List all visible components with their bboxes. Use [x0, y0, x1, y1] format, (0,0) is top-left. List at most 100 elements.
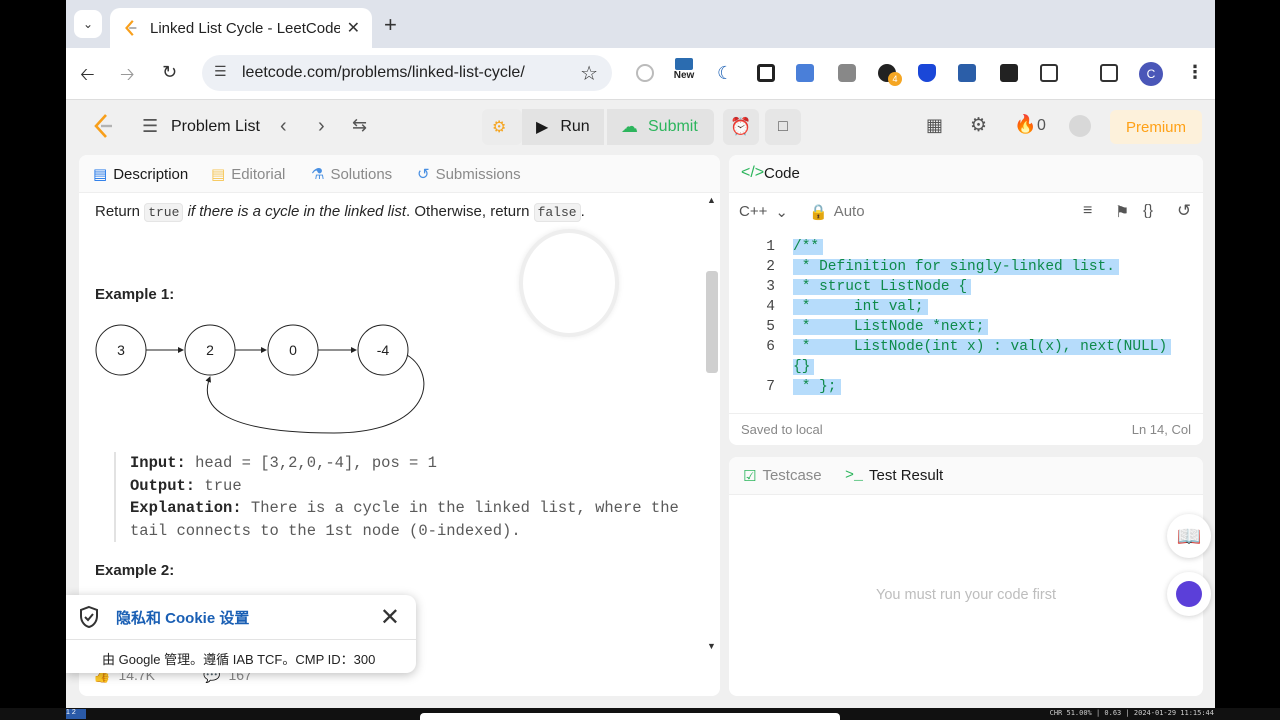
code-line: 7 * }; [729, 379, 1203, 399]
alarm-clock-icon: ⏰ [730, 117, 752, 136]
line-number: 1 [766, 239, 775, 255]
tab-submissions[interactable]: ↺ Submissions [417, 165, 521, 184]
moon-extension-icon[interactable]: ☾ [717, 64, 735, 82]
camera-extension-icon[interactable] [838, 64, 856, 82]
code-editor[interactable]: 1 /** 2 * Definition for singly-linked li… [729, 239, 1203, 397]
run-button[interactable]: ▶ Run [522, 109, 604, 145]
shield-extension-icon[interactable] [918, 64, 936, 82]
saved-status: Saved to local [741, 422, 823, 437]
workspace-indicator[interactable]: 1 2 [66, 709, 86, 719]
cloud-upload-icon: ☁ [621, 117, 638, 136]
book-icon: ▤ [211, 166, 226, 183]
checkbox-icon: ☑ [743, 468, 757, 485]
prev-problem-icon[interactable]: ‹ [280, 115, 287, 138]
braces-icon[interactable]: {} [1143, 202, 1153, 219]
note-icon: □ [778, 118, 788, 135]
tab-search-button[interactable]: ⌄ [74, 10, 102, 38]
description-scrollbar[interactable]: ▲ ▼ [705, 195, 719, 695]
side-panel-icon[interactable] [1100, 64, 1118, 82]
url-text: leetcode.com/problems/linked-list-cycle/ [242, 64, 525, 81]
notes-button[interactable]: □ [765, 109, 801, 145]
forward-arrow-icon[interactable]: 🡢 [120, 62, 135, 92]
next-problem-icon[interactable]: › [318, 115, 325, 138]
assistant-icon [1176, 581, 1202, 607]
square-extension-icon[interactable] [757, 64, 775, 82]
site-info-icon[interactable]: ☰ [214, 63, 227, 80]
open-book-button[interactable]: 📖 [1167, 514, 1211, 558]
leetcode-logo-icon[interactable] [92, 113, 114, 139]
bookmark-icon[interactable]: ⚑ [1115, 202, 1129, 222]
debug-button[interactable]: ⚙ [482, 109, 522, 145]
submit-button[interactable]: ☁ Submit [607, 109, 714, 145]
scroll-down-icon[interactable]: ▼ [707, 641, 716, 651]
node-value: 3 [117, 342, 125, 358]
browser-tab[interactable]: Linked List Cycle - LeetCode ✕ [110, 8, 372, 48]
book-open-icon: 📖 [1176, 525, 1202, 548]
code-tab[interactable]: Code [764, 165, 800, 182]
reset-icon[interactable]: ↺ [1177, 201, 1191, 221]
premium-button[interactable]: Premium [1110, 110, 1202, 144]
list-icon: ☰ [142, 116, 159, 136]
more-menu-icon[interactable]: ⋮ [1186, 62, 1204, 83]
tab-editorial[interactable]: ▤ Editorial [211, 165, 286, 184]
line-text: * int val; [793, 299, 928, 315]
g-extension-icon[interactable] [1000, 64, 1018, 82]
os-taskbar: 1 2 CHR 51.00% | 0.63 | 2024-01-29 11:15… [0, 708, 1280, 720]
line-number: 3 [766, 279, 775, 295]
divider [66, 639, 416, 640]
extension-new-icon[interactable]: New [672, 58, 696, 86]
address-bar[interactable]: ☰ leetcode.com/problems/linked-list-cycl… [202, 55, 612, 91]
return-prefix: Return [95, 203, 145, 220]
reload-icon[interactable]: ↻ [162, 62, 177, 83]
language-select[interactable]: C++ ⌄ [739, 203, 788, 221]
tab-testcase[interactable]: ☑ Testcase [743, 467, 822, 485]
otherwise-text: . Otherwise, return [406, 203, 534, 220]
line-text: {} [793, 359, 815, 375]
timer-button[interactable]: ⏰ [723, 109, 759, 145]
cookie-settings-link[interactable]: 隐私和 Cookie 设置 [116, 607, 249, 628]
auto-mode[interactable]: 🔒 Auto [809, 203, 865, 221]
extension-1-icon[interactable] [636, 64, 654, 82]
system-tray: CHR 51.00% | 0.63 | 2024-01-29 11:15:44 [1049, 709, 1214, 717]
new-tab-button[interactable]: + [384, 12, 397, 38]
explanation-line: Explanation: There is a cycle in the lin… [130, 497, 694, 520]
layout-grid-icon[interactable]: ▦ [926, 115, 943, 136]
counter-extension-icon[interactable]: 4 [878, 64, 902, 86]
tab-strip: ⌄ Linked List Cycle - LeetCode ✕ + [66, 0, 1215, 48]
profile-avatar[interactable]: C [1139, 62, 1163, 86]
flame-icon[interactable]: 🔥 [1014, 114, 1036, 135]
format-icon[interactable]: ≡ [1083, 202, 1092, 220]
output-value: true [195, 476, 242, 495]
streak-count: 0 [1037, 117, 1046, 134]
auto-label: Auto [833, 203, 865, 220]
bookmark-star-icon[interactable]: ☆ [580, 61, 598, 86]
barcode-extension-icon[interactable] [958, 64, 976, 82]
tab-solutions[interactable]: ⚗ Solutions [311, 165, 392, 184]
back-arrow-icon[interactable]: 🡠 [80, 62, 95, 92]
browser-window: ⌄ Linked List Cycle - LeetCode ✕ + 🡠 🡢 ↻… [66, 0, 1215, 708]
close-icon[interactable]: ✕ [347, 18, 360, 38]
example-2-title: Example 2: [95, 562, 175, 579]
translate-extension-icon[interactable] [796, 64, 814, 82]
user-avatar[interactable] [1069, 115, 1091, 137]
tab-title: Linked List Cycle - LeetCode [150, 19, 340, 37]
italic-phrase: if there is a cycle in the linked list [183, 203, 407, 220]
scrollbar-thumb[interactable] [706, 271, 718, 373]
close-icon[interactable]: ✕ [380, 603, 400, 632]
code-line: 2 * Definition for singly-linked list. [729, 259, 1203, 279]
line-number: 4 [766, 299, 775, 315]
tab-test-result[interactable]: >_ Test Result [845, 467, 943, 484]
tab-description-label: Description [113, 165, 189, 183]
shuffle-icon[interactable]: ⇆ [352, 115, 367, 136]
browser-toolbar: 🡠 🡢 ↻ ☰ leetcode.com/problems/linked-lis… [66, 48, 1215, 100]
scroll-up-icon[interactable]: ▲ [707, 195, 716, 205]
assistant-button[interactable] [1167, 572, 1211, 616]
cookie-consent-popup: 隐私和 Cookie 设置 ✕ 由 Google 管理。遵循 IAB TCF。C… [66, 595, 416, 673]
gear-icon[interactable]: ⚙ [970, 114, 987, 137]
tab-editorial-label: Editorial [231, 165, 286, 183]
problem-list-link[interactable]: Problem List [171, 118, 260, 136]
play-icon: ▶ [536, 119, 549, 136]
puzzle-extensions-icon[interactable] [1040, 64, 1058, 82]
history-icon: ↺ [417, 166, 430, 183]
tab-description[interactable]: ▤ Description [93, 165, 189, 184]
